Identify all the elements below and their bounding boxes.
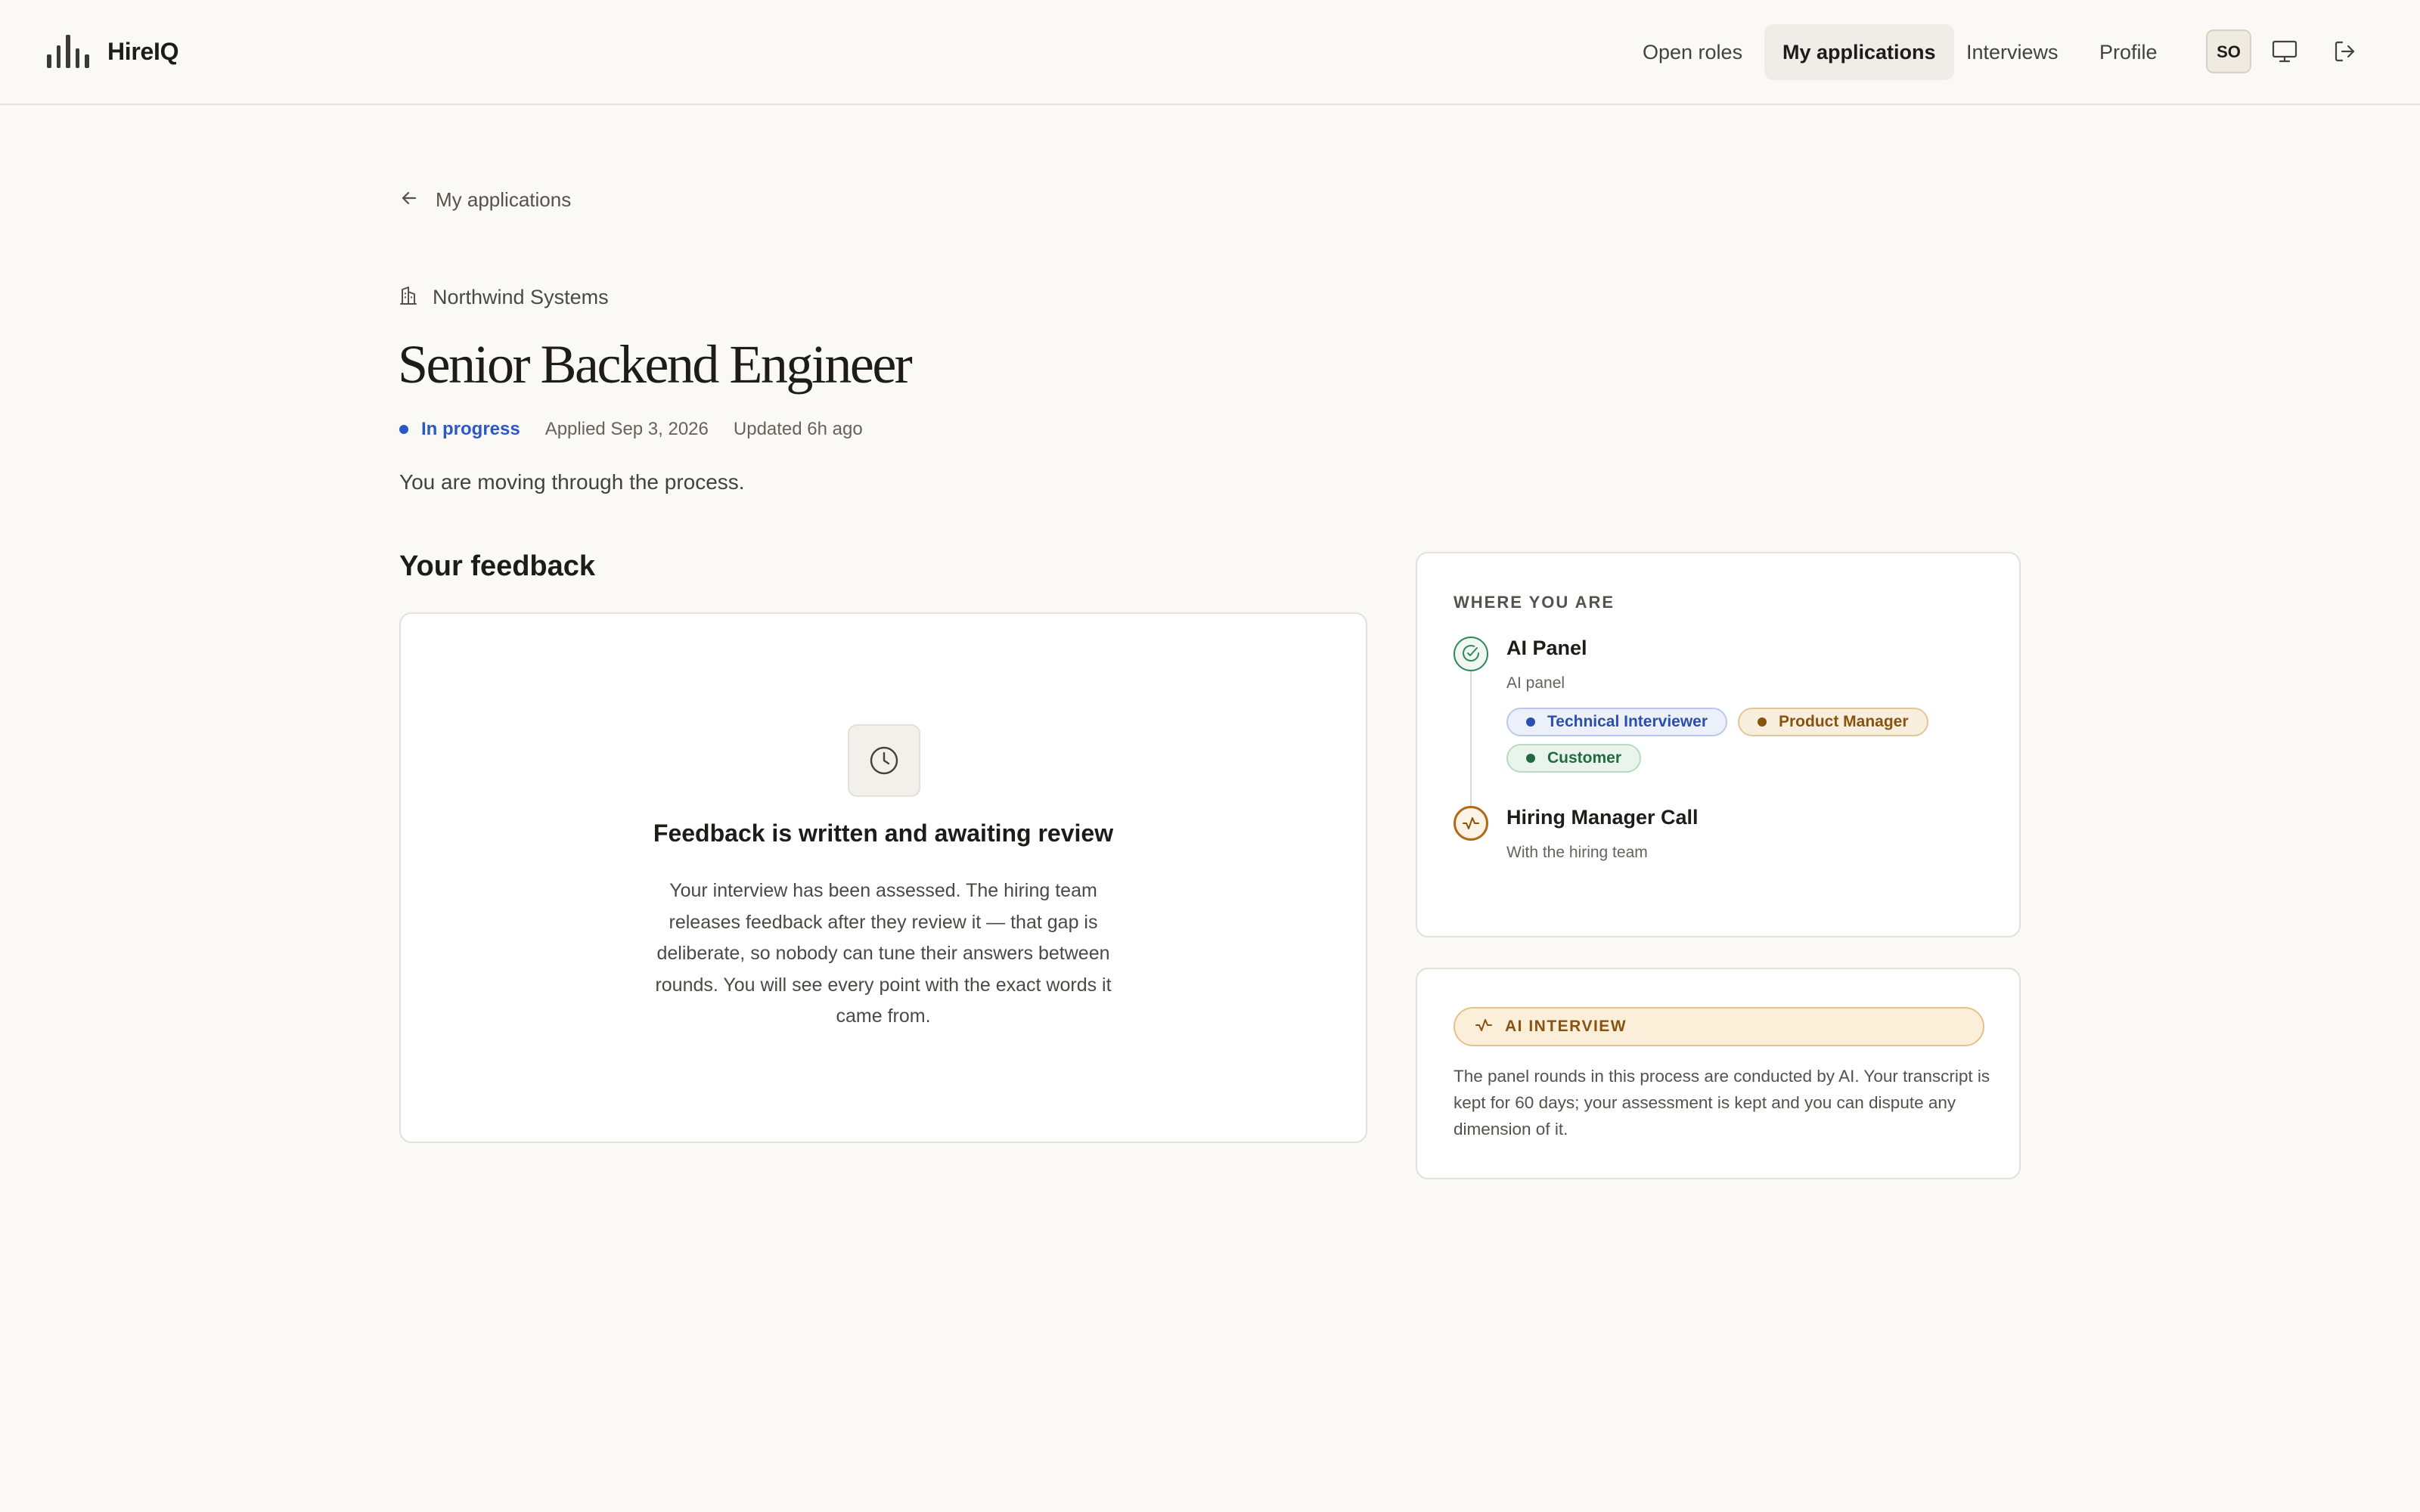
- chip-dot: [1526, 717, 1535, 727]
- applied-date: Applied Sep 3, 2026: [544, 419, 709, 439]
- chip-label: Customer: [1547, 749, 1622, 767]
- nav-open-roles[interactable]: Open roles: [1624, 24, 1761, 80]
- ai-interview-body: The panel rounds in this process are con…: [1454, 1067, 1990, 1139]
- chip-label: Product Manager: [1779, 713, 1909, 730]
- logout-icon[interactable]: [2330, 36, 2360, 67]
- application-meta: In progress Applied Sep 3, 2026 Updated …: [399, 416, 863, 443]
- check-circle-icon: [1454, 637, 1488, 671]
- job-title: Senior Backend Engineer: [398, 334, 913, 395]
- activity-icon: [1475, 1017, 1493, 1037]
- where-you-are-card: WHERE YOU ARE AI Panel AI panel Technica…: [1416, 552, 2021, 937]
- chip-product-manager: Product Manager: [1738, 708, 1928, 736]
- back-link[interactable]: My applications: [399, 186, 571, 213]
- status-description: You are moving through the process.: [399, 470, 745, 494]
- building-icon: [399, 286, 417, 309]
- back-link-label: My applications: [436, 187, 572, 211]
- feedback-body: Your interview has been assessed. The hi…: [655, 880, 1112, 1027]
- brand[interactable]: HireIQ: [47, 33, 179, 70]
- nav-profile[interactable]: Profile: [2081, 24, 2176, 80]
- ai-interview-card: AI INTERVIEW The panel rounds in this pr…: [1416, 968, 2021, 1179]
- brand-name: HireIQ: [107, 37, 179, 65]
- brand-logo-icon: [47, 35, 89, 68]
- feedback-heading: Feedback is written and awaiting review: [653, 820, 1114, 847]
- avatar[interactable]: SO: [2206, 29, 2251, 73]
- clock-icon: [848, 724, 920, 797]
- ai-interview-badge-label: AI INTERVIEW: [1505, 1018, 1627, 1035]
- top-bar: HireIQ Open roles My applications Interv…: [0, 0, 2420, 105]
- step-title-hiring-manager-call: Hiring Manager Call: [1506, 806, 1699, 829]
- chip-customer: Customer: [1506, 744, 1642, 773]
- step-title-ai-panel: AI Panel: [1506, 637, 1587, 659]
- status-badge: In progress: [421, 419, 520, 439]
- ai-interview-badge: AI INTERVIEW: [1454, 1007, 1984, 1046]
- chip-dot: [1758, 717, 1767, 727]
- step-subtitle-ai-panel: AI panel: [1506, 674, 1565, 692]
- arrow-left-icon: [399, 188, 419, 212]
- feedback-card: Feedback is written and awaiting review …: [399, 612, 1367, 1143]
- chip-technical-interviewer: Technical Interviewer: [1506, 708, 1728, 736]
- nav-my-applications[interactable]: My applications: [1764, 24, 1954, 80]
- status-dot: [399, 425, 408, 434]
- chip-label: Technical Interviewer: [1547, 713, 1708, 730]
- feedback-section-title: Your feedback: [399, 550, 596, 582]
- company: Northwind Systems: [399, 284, 609, 311]
- updated-time: Updated 6h ago: [733, 419, 863, 439]
- company-name: Northwind Systems: [433, 285, 609, 308]
- step-subtitle-hiring-manager-call: With the hiring team: [1506, 844, 1648, 861]
- activity-icon: [1454, 806, 1488, 841]
- chip-dot: [1526, 754, 1535, 763]
- where-you-are-label: WHERE YOU ARE: [1454, 593, 1615, 612]
- monitor-icon[interactable]: [2270, 36, 2300, 67]
- nav-interviews[interactable]: Interviews: [1948, 24, 2077, 80]
- timeline-connector: [1470, 658, 1472, 820]
